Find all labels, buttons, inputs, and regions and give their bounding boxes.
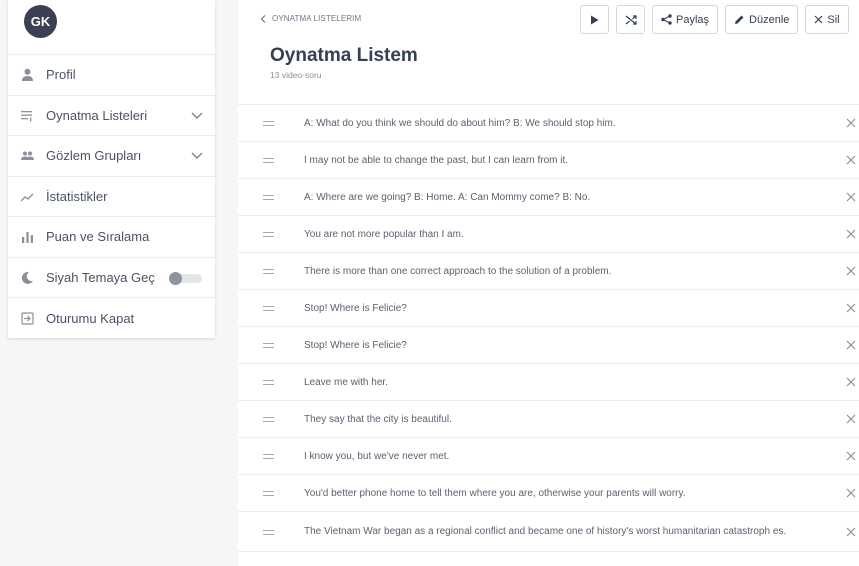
list-item[interactable]: A: What do you think we should do about … <box>238 104 859 141</box>
remove-icon[interactable] <box>845 450 857 462</box>
remove-icon[interactable] <box>845 154 857 166</box>
drag-handle-icon[interactable] <box>263 491 274 496</box>
list-item-text: You'd better phone home to tell them whe… <box>304 487 686 499</box>
playlist-icon <box>20 108 34 122</box>
share-button[interactable]: Paylaş <box>652 5 719 34</box>
sidebar-item-profil[interactable]: Profil <box>8 55 215 96</box>
sidebar-item-label: İstatistikler <box>46 188 108 204</box>
chevron-left-icon <box>260 14 266 23</box>
close-icon <box>814 15 823 24</box>
drag-handle-icon[interactable] <box>263 121 274 126</box>
sidebar-item-playlists[interactable]: Oynatma Listeleri <box>8 96 215 136</box>
user-icon <box>20 68 34 82</box>
avatar[interactable]: GK <box>24 5 57 38</box>
remove-icon[interactable] <box>845 339 857 351</box>
playlist-list: A: What do you think we should do about … <box>238 104 859 552</box>
sidebar-item-label: Oturumu Kapat <box>46 310 135 326</box>
sidebar-item-label: Siyah Temaya Geç <box>46 269 155 285</box>
remove-icon[interactable] <box>845 228 857 240</box>
list-item[interactable]: The Vietnam War began as a regional conf… <box>238 511 859 552</box>
list-item-text: I know you, but we've never met. <box>304 450 450 462</box>
sidebar-item-label: Profil <box>46 67 76 83</box>
pencil-icon <box>735 15 744 24</box>
sidebar-item-label: Puan ve Sıralama <box>46 229 150 245</box>
drag-handle-icon[interactable] <box>263 158 274 163</box>
group-icon <box>20 149 34 163</box>
remove-icon[interactable] <box>845 526 857 538</box>
list-item[interactable]: You are not more popular than I am. <box>238 215 859 252</box>
sidebar-item-logout[interactable]: Oturumu Kapat <box>8 298 215 339</box>
edit-button[interactable]: Düzenle <box>725 5 799 34</box>
drag-handle-icon[interactable] <box>263 417 274 422</box>
remove-icon[interactable] <box>845 413 857 425</box>
breadcrumb[interactable]: OYNATMA LISTELERIM <box>260 14 361 23</box>
list-item[interactable]: You'd better phone home to tell them whe… <box>238 474 859 511</box>
list-item-text: A: What do you think we should do about … <box>304 117 616 129</box>
main-panel: OYNATMA LISTELERIM Oynatma Listem 13 vid… <box>238 0 859 566</box>
chart-line-icon <box>20 189 34 203</box>
list-item[interactable]: A: Where are we going? B: Home. A: Can M… <box>238 178 859 215</box>
avatar-area: GK <box>8 0 215 55</box>
bar-chart-icon <box>20 230 34 244</box>
share-icon <box>661 14 672 25</box>
sidebar-item-dark-theme[interactable]: Siyah Temaya Geç <box>8 258 215 298</box>
moon-icon <box>20 270 34 284</box>
list-item[interactable]: They say that the city is beautiful. <box>238 400 859 437</box>
sidebar-item-label: Gözlem Grupları <box>46 148 142 164</box>
play-button[interactable] <box>580 5 609 34</box>
list-item[interactable]: I know you, but we've never met. <box>238 437 859 474</box>
remove-icon[interactable] <box>845 302 857 314</box>
logout-icon <box>20 311 34 325</box>
list-item[interactable]: There is more than one correct approach … <box>238 252 859 289</box>
page-title: Oynatma Listem <box>270 45 418 66</box>
list-item[interactable]: Stop! Where is Felicie? <box>238 289 859 326</box>
list-item-text: Stop! Where is Felicie? <box>304 339 407 351</box>
list-item-text: There is more than one correct approach … <box>304 265 612 277</box>
page-subtitle: 13 video-soru <box>270 70 322 80</box>
list-item[interactable]: Leave me with her. <box>238 363 859 400</box>
dark-theme-toggle[interactable] <box>169 271 202 285</box>
edit-label: Düzenle <box>749 13 790 26</box>
breadcrumb-label: OYNATMA LISTELERIM <box>272 14 362 23</box>
delete-label: Sil <box>827 13 840 26</box>
list-item[interactable]: I may not be able to change the past, bu… <box>238 141 859 178</box>
chevron-down-icon[interactable] <box>191 149 203 161</box>
delete-button[interactable]: Sil <box>805 5 849 34</box>
list-item-text: The Vietnam War began as a regional conf… <box>304 526 787 537</box>
sidebar-item-label: Oynatma Listeleri <box>46 107 148 123</box>
share-label: Paylaş <box>676 13 710 26</box>
remove-icon[interactable] <box>845 487 857 499</box>
list-item-text: A: Where are we going? B: Home. A: Can M… <box>304 191 591 203</box>
remove-icon[interactable] <box>845 376 857 388</box>
shuffle-button[interactable] <box>616 5 645 34</box>
drag-handle-icon[interactable] <box>263 380 274 385</box>
list-item-text: Stop! Where is Felicie? <box>304 302 407 314</box>
list-item-text: They say that the city is beautiful. <box>304 413 452 425</box>
remove-icon[interactable] <box>845 265 857 277</box>
drag-handle-icon[interactable] <box>263 454 274 459</box>
play-icon <box>591 15 599 24</box>
sidebar-item-leaderboard[interactable]: Puan ve Sıralama <box>8 217 215 258</box>
list-item-text: Leave me with her. <box>304 376 388 388</box>
drag-handle-icon[interactable] <box>263 529 274 535</box>
sidebar-item-statistics[interactable]: İstatistikler <box>8 177 215 217</box>
remove-icon[interactable] <box>845 117 857 129</box>
drag-handle-icon[interactable] <box>263 269 274 274</box>
list-item[interactable]: Stop! Where is Felicie? <box>238 326 859 363</box>
list-item-text: I may not be able to change the past, bu… <box>304 154 569 166</box>
drag-handle-icon[interactable] <box>263 306 274 311</box>
toolbar: Paylaş Düzenle Sil <box>580 5 849 34</box>
list-item-text: You are not more popular than I am. <box>304 228 464 240</box>
drag-handle-icon[interactable] <box>263 195 274 200</box>
drag-handle-icon[interactable] <box>263 232 274 237</box>
sidebar-item-groups[interactable]: Gözlem Grupları <box>8 136 215 177</box>
sidebar: GK Profil Oynatma Listeleri Gözlem Grupl… <box>8 0 215 338</box>
drag-handle-icon[interactable] <box>263 343 274 348</box>
shuffle-icon <box>625 14 637 25</box>
remove-icon[interactable] <box>845 191 857 203</box>
toggle-knob <box>169 271 182 285</box>
chevron-down-icon[interactable] <box>191 109 203 121</box>
